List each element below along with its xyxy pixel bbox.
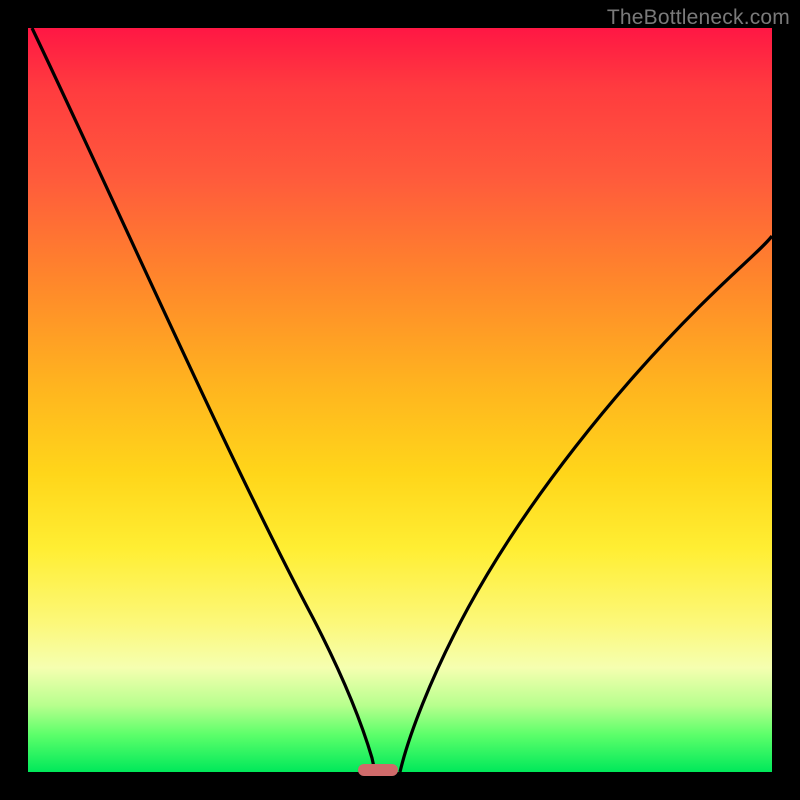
curve-layer	[28, 28, 772, 772]
bottleneck-marker	[358, 764, 398, 776]
watermark-text: TheBottleneck.com	[607, 6, 790, 30]
chart-frame: TheBottleneck.com	[0, 0, 800, 800]
right-curve	[400, 236, 772, 772]
left-curve	[32, 28, 375, 772]
plot-area	[28, 28, 772, 772]
